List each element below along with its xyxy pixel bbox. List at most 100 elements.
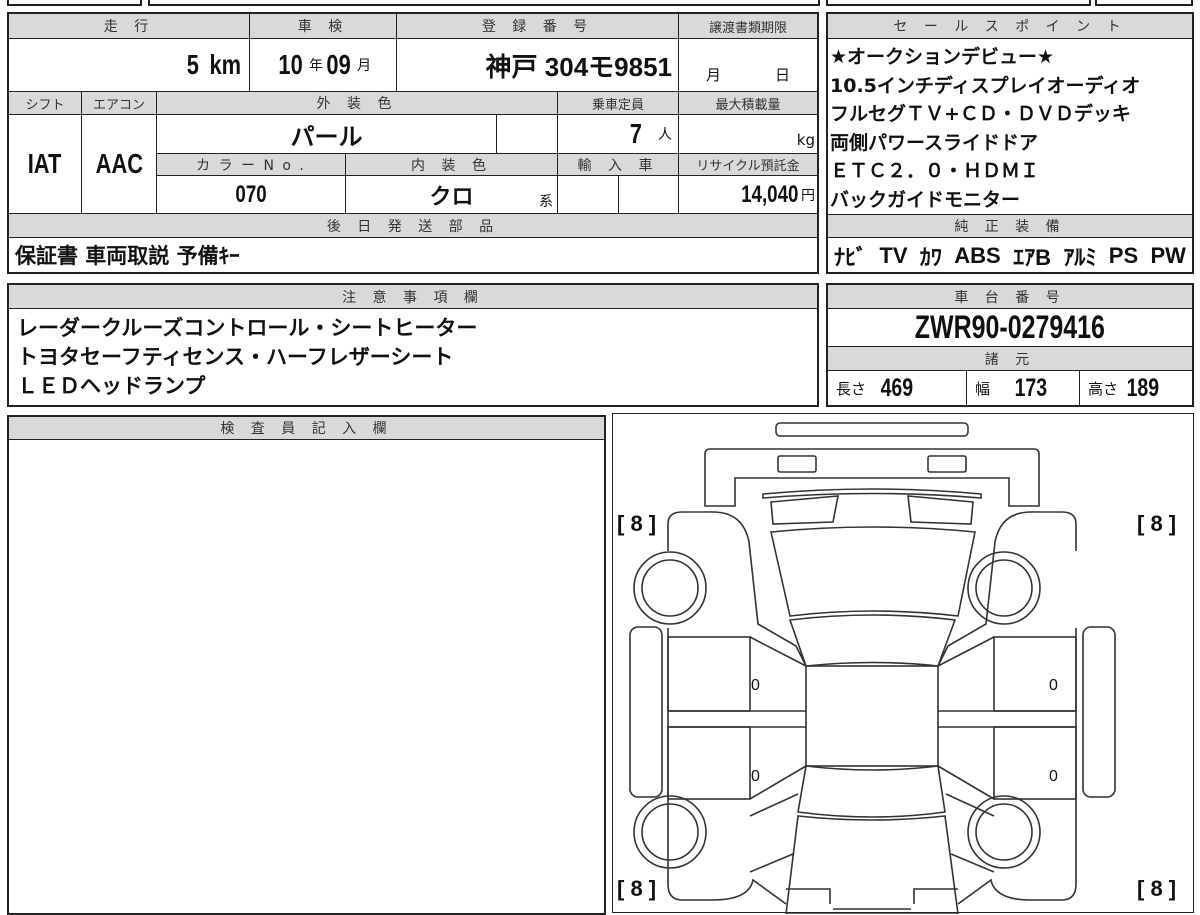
length-cell: 長さ 469 bbox=[828, 371, 967, 405]
tire-tread-front-right: [ 8 ] bbox=[1137, 876, 1177, 901]
sales-point-line: 10.5インチディスプレイオーディオ bbox=[830, 74, 1141, 97]
aircon-text: AAC bbox=[95, 148, 143, 179]
left-door-rear bbox=[667, 726, 751, 800]
sales-points-panel: セ ー ル ス ポ イ ン ト ★オークションデビュー★ 10.5インチディスプ… bbox=[826, 12, 1194, 274]
recycle-fee-unit: 円 bbox=[801, 186, 815, 203]
door-mark: 0 bbox=[751, 768, 760, 785]
recycle-fee-value: 14,040 bbox=[740, 180, 798, 208]
rear-bumper bbox=[704, 448, 1040, 507]
shift-text: IAT bbox=[28, 148, 62, 179]
rear-glass-strip bbox=[762, 488, 982, 499]
length-label: 長さ bbox=[836, 379, 867, 398]
top-cutoff-row bbox=[826, 0, 1091, 6]
vehicle-info-table: 走 行 車 検 登 録 番 号 譲渡書類期限 5 km 10 年 09 月 神戸… bbox=[7, 12, 819, 274]
top-cutoff-row bbox=[7, 0, 142, 6]
rear-quarter-right bbox=[907, 495, 974, 525]
mileage-cell: 5 km bbox=[9, 39, 250, 92]
max-load-header: 最大積載量 bbox=[679, 92, 817, 115]
mileage-unit: km bbox=[208, 49, 241, 80]
sales-points-text: ★オークションデビュー★ 10.5インチディスプレイオーディオ フルセグＴＶ+Ｃ… bbox=[830, 43, 1140, 214]
transfer-deadline-cell: 月 日 bbox=[679, 39, 817, 92]
aircon-value: AAC bbox=[82, 115, 157, 214]
note-line: ＬＥＤヘッドランプ bbox=[17, 374, 206, 398]
color-no-header: カ ラ ー N o . bbox=[157, 154, 346, 176]
windshield bbox=[788, 614, 957, 667]
top-cutoff-row bbox=[148, 0, 820, 6]
sales-point-line: ＥＴＣ２．０・ＨＤＭＩ bbox=[830, 160, 1040, 182]
door-mark: 0 bbox=[1049, 677, 1058, 694]
later-parts-value: 保証書 車両取説 予備ｷｰ bbox=[15, 244, 240, 268]
rear-quarter-left bbox=[770, 495, 839, 525]
exterior-color-value: パール bbox=[157, 115, 497, 154]
registration-value: 神戸 304モ9851 bbox=[397, 39, 679, 92]
front-fender-right bbox=[945, 793, 995, 873]
inspector-panel: 検 査 員 記 入 欄 bbox=[7, 415, 606, 915]
inspection-month: 09 bbox=[326, 49, 351, 80]
door-mark: 0 bbox=[1049, 768, 1058, 785]
capacity-value: 7 bbox=[630, 118, 643, 149]
aircon-header: エアコン bbox=[82, 92, 157, 115]
rear-lamp-right bbox=[927, 455, 967, 473]
inspection-year: 10 bbox=[278, 49, 303, 80]
wheel-front-right bbox=[967, 795, 1041, 869]
sales-point-line: ★オークションデビュー★ bbox=[830, 46, 1055, 68]
equipment-item: ｶﾜ bbox=[919, 245, 942, 270]
mileage-header: 走 行 bbox=[9, 14, 250, 39]
top-cutoff-row bbox=[1095, 0, 1193, 6]
chassis-number: ZWR90-0279416 bbox=[828, 309, 1192, 347]
color-no-value: 070 bbox=[157, 176, 346, 214]
equipment-item: TV bbox=[879, 243, 908, 268]
right-door-rear bbox=[993, 726, 1077, 800]
width-cell: 幅 173 bbox=[967, 371, 1080, 405]
width-label: 幅 bbox=[975, 379, 991, 398]
exterior-color-header: 外 装 色 bbox=[157, 92, 558, 115]
interior-color-value: クロ bbox=[429, 183, 474, 209]
wheel-front-left bbox=[633, 795, 707, 869]
equipment-item: PS bbox=[1108, 243, 1139, 268]
shift-value: IAT bbox=[9, 115, 82, 214]
equipment-item: ﾅﾋﾞ bbox=[834, 245, 868, 270]
mileage-value: 5 bbox=[186, 49, 199, 80]
capacity-cell: 7 人 bbox=[558, 115, 679, 154]
height-value: 189 bbox=[1126, 373, 1160, 402]
month-unit: 月 bbox=[357, 57, 372, 73]
shift-header: シフト bbox=[9, 92, 82, 115]
equipment-item: ｱﾙﾐ bbox=[1063, 245, 1097, 270]
year-unit: 年 bbox=[309, 57, 323, 73]
interior-color-unit: 系 bbox=[539, 193, 553, 209]
recycle-fee-header: リサイクル預託金 bbox=[679, 154, 817, 176]
front-fender-left bbox=[749, 793, 799, 873]
sales-point-line: フルセグＴＶ+ＣＤ・ＤＶＤデッキ bbox=[830, 103, 1131, 125]
import-cell-a bbox=[558, 176, 619, 214]
car-outline bbox=[629, 422, 1116, 914]
rear-lamp-left bbox=[777, 455, 817, 473]
inspector-header: 検 査 員 記 入 欄 bbox=[9, 417, 604, 440]
max-load-unit: kg bbox=[796, 131, 815, 149]
left-door-front bbox=[667, 636, 751, 712]
capacity-unit: 人 bbox=[658, 126, 672, 142]
front-lamps bbox=[786, 888, 958, 910]
equipment-item: PW bbox=[1150, 243, 1186, 268]
note-line: レーダークルーズコントロール・シートヒーター bbox=[17, 316, 478, 340]
registration-header: 登 録 番 号 bbox=[397, 14, 679, 39]
wheel-rear-right bbox=[967, 551, 1041, 625]
equipment-item: ABS bbox=[954, 243, 1001, 268]
notes-header: 注 意 事 項 欄 bbox=[9, 285, 817, 309]
roof bbox=[770, 526, 976, 617]
equipment-header: 純 正 装 備 bbox=[828, 214, 1192, 238]
interior-color-cell: クロ 系 bbox=[346, 176, 558, 214]
sales-points-header: セ ー ル ス ポ イ ン ト bbox=[828, 14, 1192, 39]
tire-tread-rear-left: [ 8 ] bbox=[617, 511, 657, 536]
color-no-text: 070 bbox=[235, 180, 267, 208]
transfer-month-unit: 月 bbox=[705, 66, 721, 84]
inspection-cell: 10 年 09 月 bbox=[250, 39, 397, 92]
width-value: 173 bbox=[1014, 373, 1048, 402]
cabin bbox=[805, 665, 939, 767]
rear-spoiler bbox=[775, 422, 969, 437]
max-load-cell: kg bbox=[679, 115, 817, 154]
recycle-fee-cell: 14,040 円 bbox=[679, 176, 817, 214]
height-cell: 高さ 189 bbox=[1080, 371, 1192, 405]
exterior-color-extra bbox=[497, 115, 558, 154]
hood bbox=[797, 765, 946, 818]
capacity-header: 乗車定員 bbox=[558, 92, 679, 115]
